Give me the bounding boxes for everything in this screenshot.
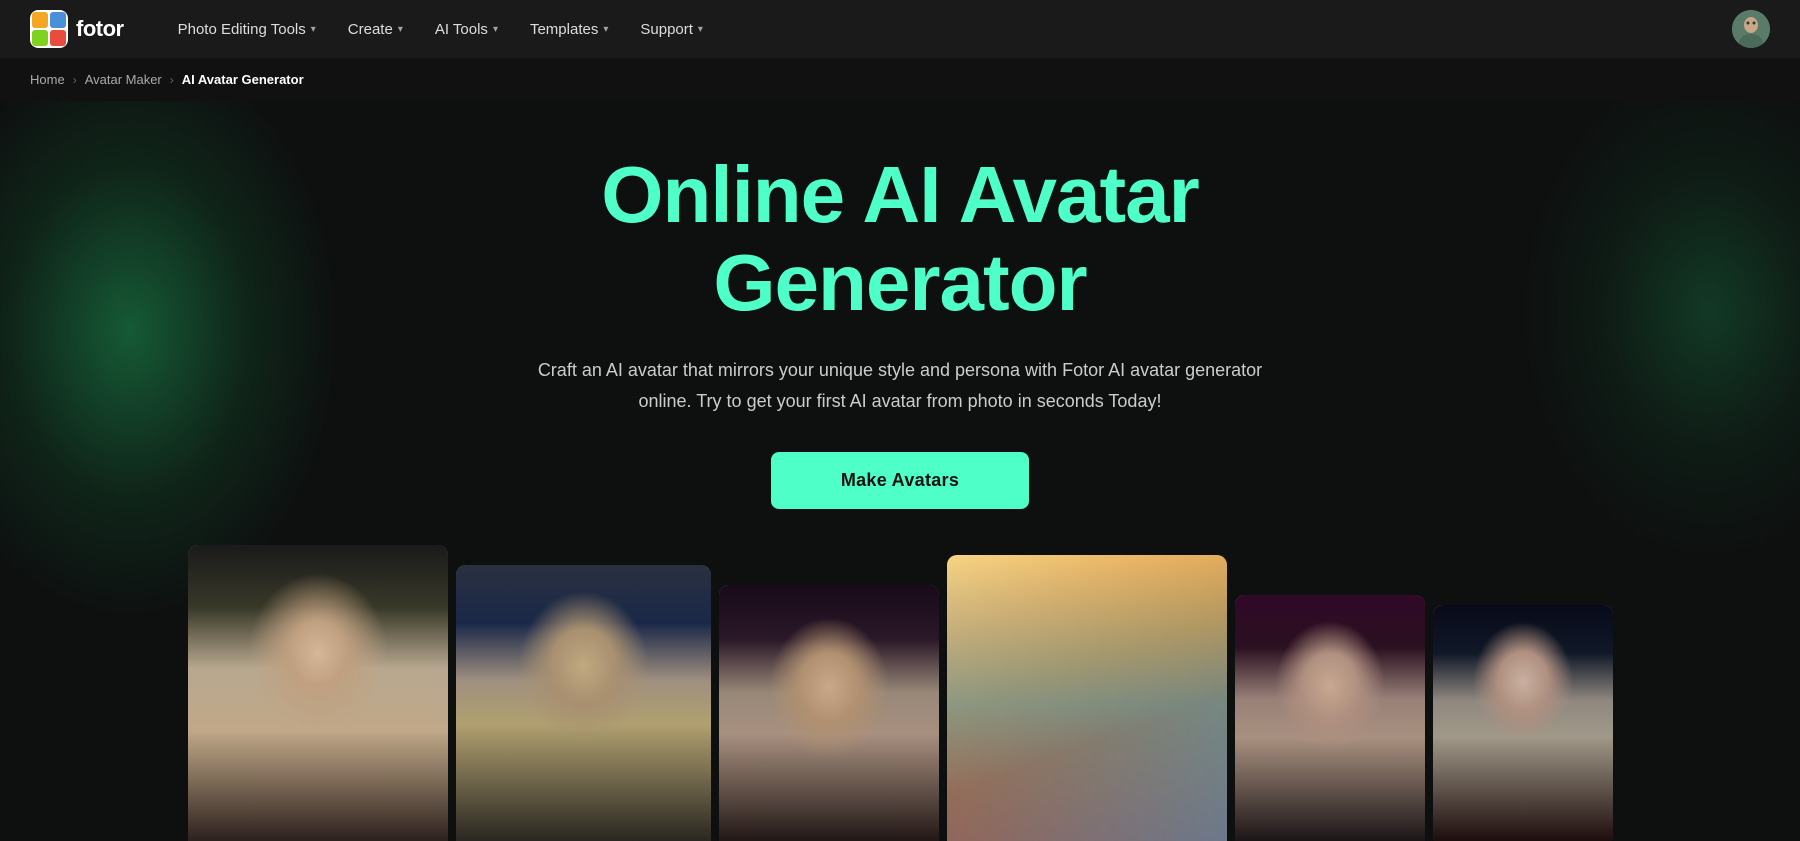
- gallery-image-1: [188, 545, 448, 841]
- gallery-image-2: [456, 565, 711, 841]
- gallery-image-5: [1235, 595, 1425, 841]
- user-avatar[interactable]: [1732, 10, 1770, 48]
- breadcrumb-separator-1: ›: [73, 73, 77, 87]
- breadcrumb-separator-2: ›: [170, 73, 174, 87]
- hero-content: Online AI Avatar Generator Craft an AI a…: [0, 101, 1800, 509]
- portrait-artistic-colorful: [947, 555, 1227, 841]
- navbar: fotor Photo Editing Tools ▾ Create ▾ AI …: [0, 0, 1800, 58]
- breadcrumb-current-page: AI Avatar Generator: [182, 72, 304, 87]
- chevron-down-icon: ▾: [493, 24, 498, 35]
- nav-item-support[interactable]: Support ▾: [626, 15, 717, 44]
- make-avatars-button[interactable]: Make Avatars: [771, 452, 1029, 509]
- breadcrumb-home[interactable]: Home: [30, 72, 65, 87]
- chevron-down-icon: ▾: [311, 24, 316, 35]
- nav-items: Photo Editing Tools ▾ Create ▾ AI Tools …: [164, 15, 1722, 44]
- breadcrumb-avatar-maker[interactable]: Avatar Maker: [85, 72, 162, 87]
- nav-item-create[interactable]: Create ▾: [334, 15, 417, 44]
- logo-text: fotor: [76, 16, 124, 42]
- nav-item-templates[interactable]: Templates ▾: [516, 15, 622, 44]
- chevron-down-icon: ▾: [603, 24, 608, 35]
- portrait-female-small: [1433, 605, 1613, 841]
- portrait-male-beard: [456, 565, 711, 841]
- nav-right: [1732, 10, 1770, 48]
- gallery-image-4: [947, 555, 1227, 841]
- hero-title: Online AI Avatar Generator: [601, 151, 1198, 327]
- logo-icon: [30, 10, 68, 48]
- breadcrumb: Home › Avatar Maker › AI Avatar Generato…: [0, 58, 1800, 101]
- chevron-down-icon: ▾: [398, 24, 403, 35]
- hero-section: Online AI Avatar Generator Craft an AI a…: [0, 101, 1800, 841]
- gallery-image-6: [1433, 605, 1613, 841]
- chevron-down-icon: ▾: [698, 24, 703, 35]
- portrait-female-blue-hair: [1235, 595, 1425, 841]
- avatar-gallery: [300, 545, 1500, 841]
- nav-item-ai-tools[interactable]: AI Tools ▾: [421, 15, 512, 44]
- hero-subtitle: Craft an AI avatar that mirrors your uni…: [510, 355, 1290, 416]
- portrait-female-gray-hair: [188, 545, 448, 841]
- logo[interactable]: fotor: [30, 10, 124, 48]
- nav-item-photo-editing[interactable]: Photo Editing Tools ▾: [164, 15, 330, 44]
- gallery-image-3: [719, 585, 939, 841]
- portrait-female-dark-hair: [719, 585, 939, 841]
